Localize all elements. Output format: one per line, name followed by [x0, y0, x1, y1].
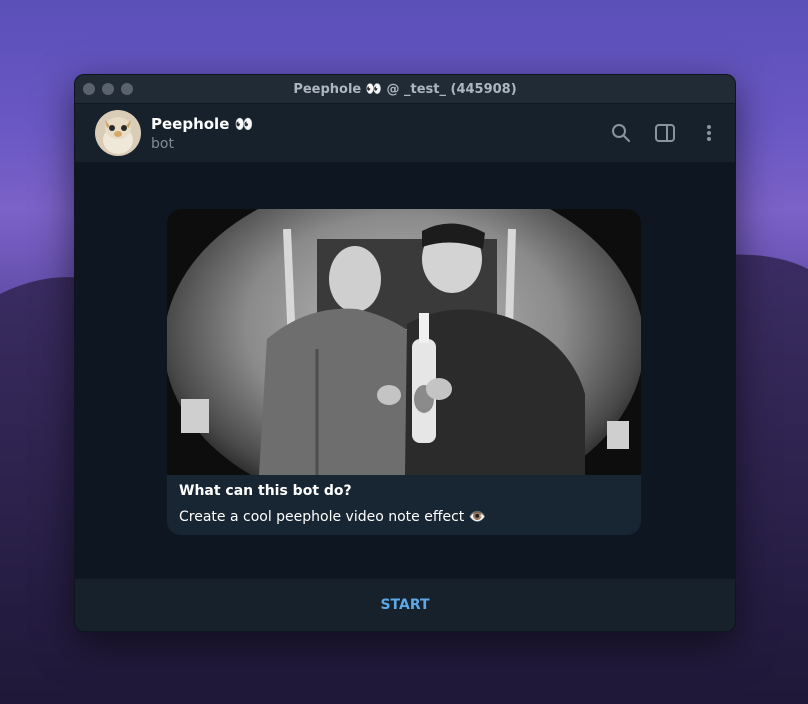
window-controls: [83, 83, 133, 95]
avatar[interactable]: [95, 110, 141, 156]
bot-info-heading: What can this bot do?: [179, 483, 352, 499]
bot-info-card: What can this bot do? Create a cool peep…: [167, 209, 641, 535]
minimize-window-button[interactable]: [102, 83, 114, 95]
bot-info-description: Create a cool peephole video note effect…: [179, 509, 487, 525]
chat-name[interactable]: Peephole 👀: [151, 115, 253, 133]
sidebar-toggle-icon[interactable]: [655, 123, 675, 143]
bot-intro-photo: [167, 209, 641, 475]
more-vertical-icon[interactable]: [699, 123, 719, 143]
chat-status: bot: [151, 135, 174, 152]
close-window-button[interactable]: [83, 83, 95, 95]
title-bar[interactable]: Peephole 👀 @ _test_ (445908): [75, 75, 735, 104]
window-title: Peephole 👀 @ _test_ (445908): [293, 81, 517, 97]
start-bar: START: [75, 578, 735, 631]
zoom-window-button[interactable]: [121, 83, 133, 95]
start-button[interactable]: START: [374, 596, 435, 614]
search-icon[interactable]: [611, 123, 631, 143]
chat-area: What can this bot do? Create a cool peep…: [75, 163, 735, 579]
app-window: Peephole 👀 @ _test_ (445908) Peephole 👀 …: [74, 74, 736, 632]
chat-header: Peephole 👀 bot: [75, 104, 735, 163]
